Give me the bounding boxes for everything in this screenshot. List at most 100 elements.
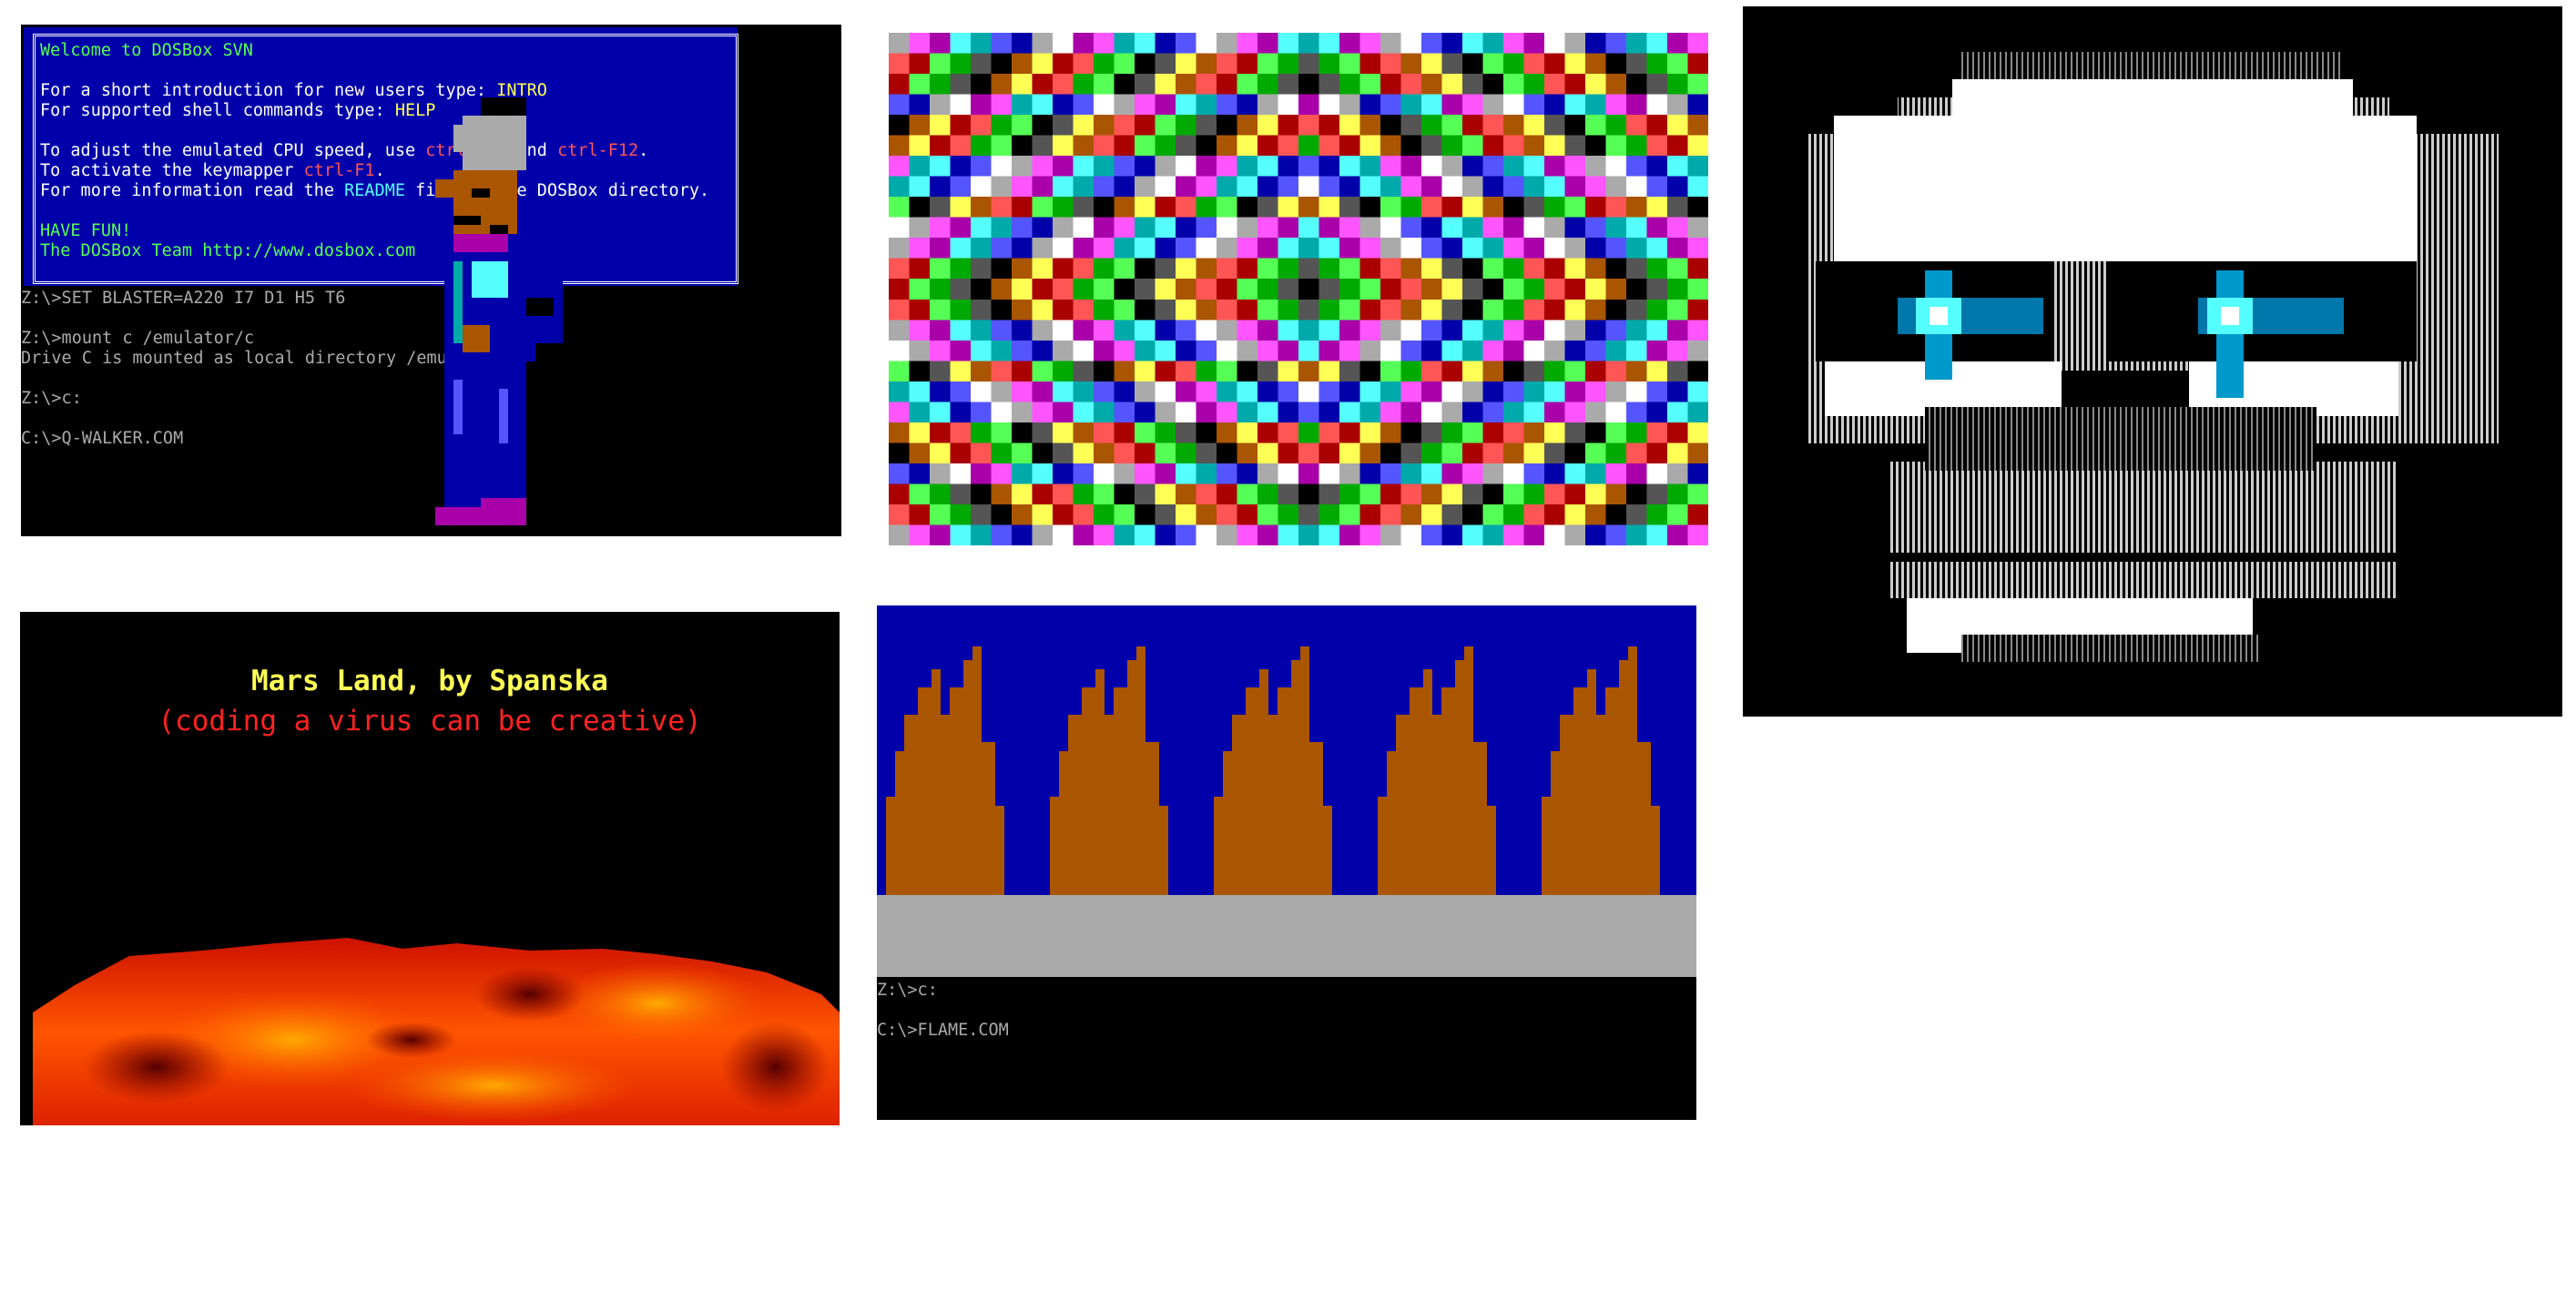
pattern-cell (1667, 442, 1688, 464)
pattern-cell (1646, 483, 1668, 505)
pattern-cell (1155, 422, 1176, 443)
pattern-cell (1176, 258, 1196, 280)
pattern-cell (1278, 176, 1299, 198)
pattern-cell (1421, 524, 1442, 545)
pattern-cell (1298, 361, 1319, 382)
pattern-cell (1073, 53, 1095, 75)
pattern-cell (1503, 483, 1524, 505)
mars-land-screen: Mars Land, by Spanska (coding a virus ca… (20, 612, 840, 1125)
pattern-cell (1298, 524, 1319, 545)
pattern-cell (1544, 176, 1565, 198)
pattern-cell (1155, 176, 1176, 198)
pattern-cell (1319, 156, 1340, 178)
pattern-cell (1135, 381, 1156, 402)
pattern-cell (1544, 33, 1565, 55)
pattern-cell (1503, 238, 1524, 259)
pattern-cell (1114, 320, 1135, 341)
pattern-cell (930, 33, 951, 55)
pattern-cell (1278, 258, 1299, 280)
pattern-cell (1585, 504, 1606, 525)
pattern-cell (991, 135, 1013, 157)
pattern-cell (889, 53, 910, 75)
pattern-cell (1114, 53, 1135, 75)
pattern-cell (1646, 94, 1668, 116)
pattern-cell (1278, 320, 1299, 341)
pattern-cell (1053, 381, 1074, 402)
pattern-cell (1687, 258, 1708, 280)
pattern-cell (1503, 361, 1524, 382)
pattern-cell (971, 402, 992, 423)
pattern-cell (1626, 442, 1647, 464)
pattern-cell (1298, 463, 1319, 484)
pattern-cell (1237, 483, 1258, 505)
pattern-cell (1605, 94, 1627, 116)
pattern-cell (1400, 238, 1422, 259)
pattern-cell (1359, 115, 1381, 137)
pattern-cell (1503, 299, 1524, 320)
pattern-cell (1503, 442, 1524, 464)
flame-row (886, 646, 1660, 895)
pattern-cell (1339, 320, 1360, 341)
pattern-cell (1298, 483, 1319, 505)
pattern-cell (1012, 74, 1033, 96)
pattern-cell (1319, 217, 1340, 239)
pattern-cell (1176, 156, 1196, 178)
pattern-cell (1114, 279, 1135, 300)
pattern-cell (1176, 320, 1196, 341)
pattern-cell (991, 33, 1013, 55)
pattern-cell (1605, 442, 1627, 464)
pattern-cell (1523, 74, 1545, 96)
shell-line: Z:\>c: (877, 981, 938, 1000)
pattern-cell (1217, 320, 1237, 341)
pattern-cell (1319, 135, 1340, 157)
pattern-cell (1278, 217, 1299, 239)
pattern-cell (1032, 94, 1054, 116)
pattern-cell (950, 258, 972, 280)
pattern-cell (1217, 504, 1237, 525)
pattern-cell (1359, 197, 1381, 219)
pattern-cell (1646, 238, 1668, 259)
pattern-cell (1421, 320, 1442, 341)
pattern-cell (1646, 279, 1668, 300)
pattern-cell (1421, 483, 1442, 505)
pattern-cell (1482, 94, 1504, 116)
pattern-cell (1605, 279, 1627, 300)
pattern-cell (1237, 279, 1258, 300)
pattern-cell (991, 463, 1013, 484)
pattern-cell (1585, 238, 1606, 259)
pattern-cell (1053, 422, 1074, 443)
pattern-cell (1217, 279, 1237, 300)
pattern-cell (1523, 299, 1545, 320)
skull-screen (1743, 6, 2562, 717)
pattern-cell (1523, 197, 1545, 219)
pattern-cell (1380, 381, 1401, 402)
pattern-cell (1135, 115, 1156, 137)
pattern-cell (1605, 483, 1627, 505)
pattern-cell (1687, 94, 1708, 116)
pattern-cell (1359, 402, 1381, 423)
pattern-cell (1626, 361, 1647, 382)
pattern-cell (1032, 115, 1054, 137)
pattern-cell (1626, 53, 1647, 75)
pattern-cell (1687, 381, 1708, 402)
pattern-cell (1503, 463, 1524, 484)
pattern-cell (1441, 402, 1463, 423)
pattern-cell (1421, 176, 1442, 198)
dosbox-window: Welcome to DOSBox SVN For a short introdu… (21, 25, 841, 536)
pattern-cell (1135, 320, 1156, 341)
pattern-cell (1032, 463, 1054, 484)
pattern-cell (1217, 463, 1237, 484)
pattern-cell (1339, 238, 1360, 259)
pattern-cell (1073, 361, 1095, 382)
pattern-cell (1237, 135, 1258, 157)
pattern-cell (1319, 33, 1340, 55)
pattern-cell (1339, 402, 1360, 423)
pattern-cell (889, 381, 910, 402)
pattern-cell (1278, 94, 1299, 116)
pattern-cell (1257, 53, 1278, 75)
pattern-cell (1135, 299, 1156, 320)
pattern-cell (1073, 402, 1095, 423)
pattern-cell (1523, 381, 1545, 402)
pattern-cell (1380, 258, 1401, 280)
pattern-cell (909, 361, 931, 382)
